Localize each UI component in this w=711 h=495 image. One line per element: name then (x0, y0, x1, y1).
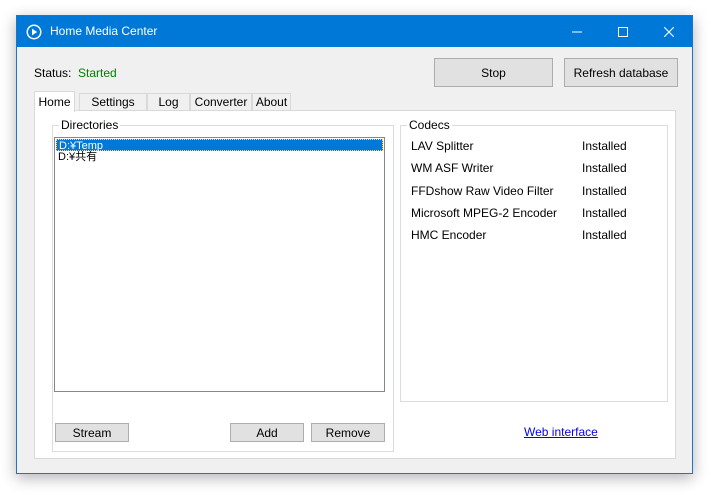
web-interface-link[interactable]: Web interface (524, 425, 598, 439)
remove-button[interactable]: Remove (311, 423, 385, 442)
tab-home[interactable]: Home (34, 91, 75, 112)
directory-item[interactable]: D:¥共有 (56, 151, 383, 163)
directories-title: Directories (59, 118, 121, 132)
codecs-title: Codecs (407, 118, 452, 132)
add-button[interactable]: Add (230, 423, 304, 442)
stop-button[interactable]: Stop (434, 58, 553, 87)
app-play-icon (26, 24, 42, 40)
minimize-button[interactable] (554, 16, 600, 47)
title-bar[interactable]: Home Media Center (17, 16, 692, 47)
status-value: Started (78, 66, 117, 80)
tab-settings[interactable]: Settings (79, 93, 147, 110)
codec-name: HMC Encoder (411, 228, 487, 242)
stream-button[interactable]: Stream (55, 423, 129, 442)
directories-group: Directories D:¥Temp D:¥共有 Stream Add Rem… (52, 118, 394, 452)
codec-status: Installed (582, 228, 627, 242)
tab-log[interactable]: Log (147, 93, 190, 110)
home-tab-panel: Directories D:¥Temp D:¥共有 Stream Add Rem… (34, 110, 676, 459)
codec-status: Installed (582, 161, 627, 175)
codec-status: Installed (582, 139, 627, 153)
directory-item[interactable]: D:¥Temp (56, 139, 383, 152)
codecs-group: Codecs LAV Splitter Installed WM ASF Wri… (400, 118, 668, 402)
codec-name: Microsoft MPEG-2 Encoder (411, 206, 558, 220)
maximize-button[interactable] (600, 16, 646, 47)
window-title: Home Media Center (50, 24, 158, 38)
minimize-icon (572, 31, 582, 32)
close-button[interactable] (646, 16, 692, 47)
refresh-database-button[interactable]: Refresh database (564, 58, 678, 87)
main-window: Home Media Center Status: Started Stop R… (16, 15, 693, 474)
codec-status: Installed (582, 206, 627, 220)
codec-name: LAV Splitter (411, 139, 474, 153)
maximize-icon (618, 26, 628, 37)
status-label: Status: (34, 66, 72, 80)
directories-listbox[interactable]: D:¥Temp D:¥共有 (54, 137, 385, 392)
codec-status: Installed (582, 184, 627, 198)
tab-converter[interactable]: Converter (190, 93, 252, 110)
close-icon (664, 26, 674, 37)
codec-name: FFDshow Raw Video Filter (411, 184, 554, 198)
tab-about[interactable]: About (252, 93, 291, 110)
codec-name: WM ASF Writer (411, 161, 494, 175)
